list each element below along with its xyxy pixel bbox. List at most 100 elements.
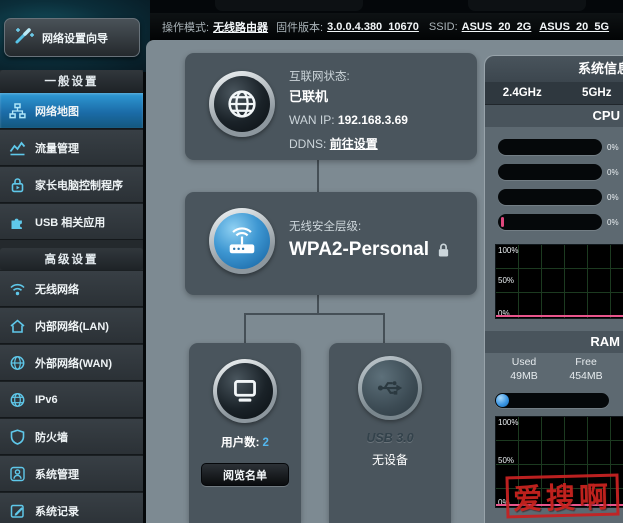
wireless-icon (8, 280, 27, 298)
wan-ip-label: WAN IP: (289, 113, 335, 127)
lan-home-icon (8, 317, 27, 335)
system-info-title: 系统信息 (485, 56, 623, 82)
banner-shape (468, 0, 586, 11)
ssid-5g-link[interactable]: ASUS_20_5G (539, 21, 609, 33)
security-level-label: 无线安全层级: (289, 218, 450, 234)
firmware-label: 固件版本: (276, 19, 323, 35)
router-button[interactable] (209, 208, 275, 274)
cpu-axis-50: 50% (498, 276, 514, 285)
ddns-settings-link[interactable]: 前往设置 (330, 137, 378, 151)
cpu-core-bar (498, 214, 602, 230)
sidebar-item-label: 外部网络(WAN) (35, 355, 112, 371)
usb-port-label: USB 3.0 (329, 431, 451, 445)
status-topbar: 操作模式: 无线路由器 固件版本: 3.0.0.4.380_10670 SSID… (150, 13, 623, 40)
connector-line (383, 313, 385, 343)
cpu-usage-tick (501, 217, 504, 227)
sidebar-item-label: 无线网络 (35, 281, 79, 297)
clients-button[interactable] (213, 359, 277, 423)
cpu-core-usage: 0% (607, 143, 623, 152)
internet-status-value: 已联机 (289, 86, 408, 105)
sidebar-item-label: 网络地图 (35, 103, 79, 119)
ram-summary: Used 49MB Free 454MB (485, 356, 623, 382)
usb-button[interactable] (358, 356, 422, 420)
cpu-core-bar (498, 189, 602, 205)
clients-label: 用户数: (221, 437, 259, 449)
tab-2-4ghz[interactable]: 2.4GHz (485, 82, 560, 104)
banner-shape (215, 0, 363, 11)
ipv6-globe-icon (8, 391, 27, 409)
clients-card: 用户数:2 阅览名单 (189, 343, 301, 523)
router-icon (223, 223, 261, 259)
admin-user-icon (8, 465, 27, 483)
ddns-row: DDNS: 前往设置 (289, 135, 408, 152)
ram-section-header: RAM (485, 331, 623, 353)
wan-ip-row: WAN IP: 192.168.3.69 (289, 113, 408, 127)
sidebar-item-administration[interactable]: 系统管理 (0, 455, 143, 492)
usb-app-icon (8, 213, 27, 231)
tab-5ghz[interactable]: 5GHz (560, 82, 623, 104)
sidebar-item-lan[interactable]: 内部网络(LAN) (0, 307, 143, 344)
sidebar-item-wan[interactable]: 外部网络(WAN) (0, 344, 143, 381)
op-mode-link[interactable]: 无线路由器 (213, 19, 268, 35)
sidebar-item-traffic-manager[interactable]: 流量管理 (0, 129, 143, 166)
cpu-section-header: CPU (485, 105, 623, 127)
ram-used-label: Used (512, 356, 537, 368)
sidebar-item-wireless[interactable]: 无线网络 (0, 270, 143, 307)
sidebar-item-parental-control[interactable]: 家长电脑控制程序 (0, 166, 143, 203)
ram-used: Used 49MB (493, 356, 555, 382)
sidebar-item-firewall[interactable]: 防火墙 (0, 418, 143, 455)
ram-axis-100: 100% (498, 418, 518, 427)
client-monitor-icon (228, 375, 262, 407)
connector-line (244, 313, 385, 315)
usb-card: USB 3.0 无设备 (329, 343, 451, 523)
clients-count-row: 用户数:2 (189, 434, 301, 450)
cpu-core-usage: 0% (607, 168, 623, 177)
system-log-icon (8, 502, 27, 520)
sidebar-item-label: IPv6 (35, 394, 58, 406)
view-client-list-button[interactable]: 阅览名单 (201, 463, 289, 486)
internet-globe-button[interactable] (209, 71, 275, 137)
wan-ip-value: 192.168.3.69 (338, 113, 408, 127)
firmware-link[interactable]: 3.0.0.4.380_10670 (327, 21, 419, 33)
magic-wand-icon (13, 26, 35, 49)
band-tabs: 2.4GHz 5GHz (485, 82, 623, 105)
sidebar-item-system-log[interactable]: 系统记录 (0, 492, 143, 523)
cpu-usage-line (496, 315, 623, 317)
ram-free-value: 454MB (555, 370, 617, 382)
ssid-2g-link[interactable]: ASUS_20_2G (462, 21, 532, 33)
sidebar-item-network-map[interactable]: 网络地图 (0, 92, 143, 129)
cpu-axis-100: 100% (498, 246, 518, 255)
parental-control-icon (8, 176, 27, 194)
internet-status-label: 互联网状态: (289, 68, 408, 84)
ram-axis-50: 50% (498, 456, 514, 465)
sidebar-item-label: 家长电脑控制程序 (35, 177, 123, 193)
wireless-security-card: 无线安全层级: WPA2-Personal (185, 192, 477, 295)
sidebar-item-ipv6[interactable]: IPv6 (0, 381, 143, 418)
quick-setup-wizard-button[interactable]: 网络设置向导 (4, 18, 140, 57)
router-admin-screen: 操作模式: 无线路由器 固件版本: 3.0.0.4.380_10670 SSID… (0, 0, 623, 523)
system-info-panel: 系统信息 2.4GHz 5GHz CPU 0% 0% 0% 0% 100% 50… (484, 55, 623, 523)
cpu-core-usage: 0% (607, 218, 623, 227)
ram-free: Free 454MB (555, 356, 617, 382)
section-header-general: 一般设置 (0, 70, 143, 92)
traffic-manager-icon (8, 139, 27, 157)
ram-free-label: Free (575, 356, 597, 368)
ram-used-value: 49MB (493, 370, 555, 382)
security-level-value: WPA2-Personal (289, 239, 429, 261)
watermark-stamp: 爱搜啊 (505, 474, 619, 519)
sidebar-item-label: USB 相关应用 (35, 214, 105, 230)
wizard-label: 网络设置向导 (42, 30, 108, 46)
sidebar-item-usb-application[interactable]: USB 相关应用 (0, 203, 143, 240)
ddns-label: DDNS: (289, 137, 326, 151)
cpu-core-bar (498, 139, 602, 155)
connector-line (317, 160, 319, 192)
connector-line (244, 313, 246, 343)
sidebar-nav: 一般设置 网络地图 流量管理 家长电脑控制程序 (0, 70, 143, 523)
usb-status: 无设备 (329, 451, 451, 468)
section-header-advanced: 高级设置 (0, 248, 143, 270)
clients-count: 2 (262, 437, 268, 449)
op-mode-label: 操作模式: (162, 19, 209, 35)
sidebar-item-label: 系统管理 (35, 466, 79, 482)
cpu-core-bar (498, 164, 602, 180)
sidebar-item-label: 内部网络(LAN) (35, 318, 109, 334)
